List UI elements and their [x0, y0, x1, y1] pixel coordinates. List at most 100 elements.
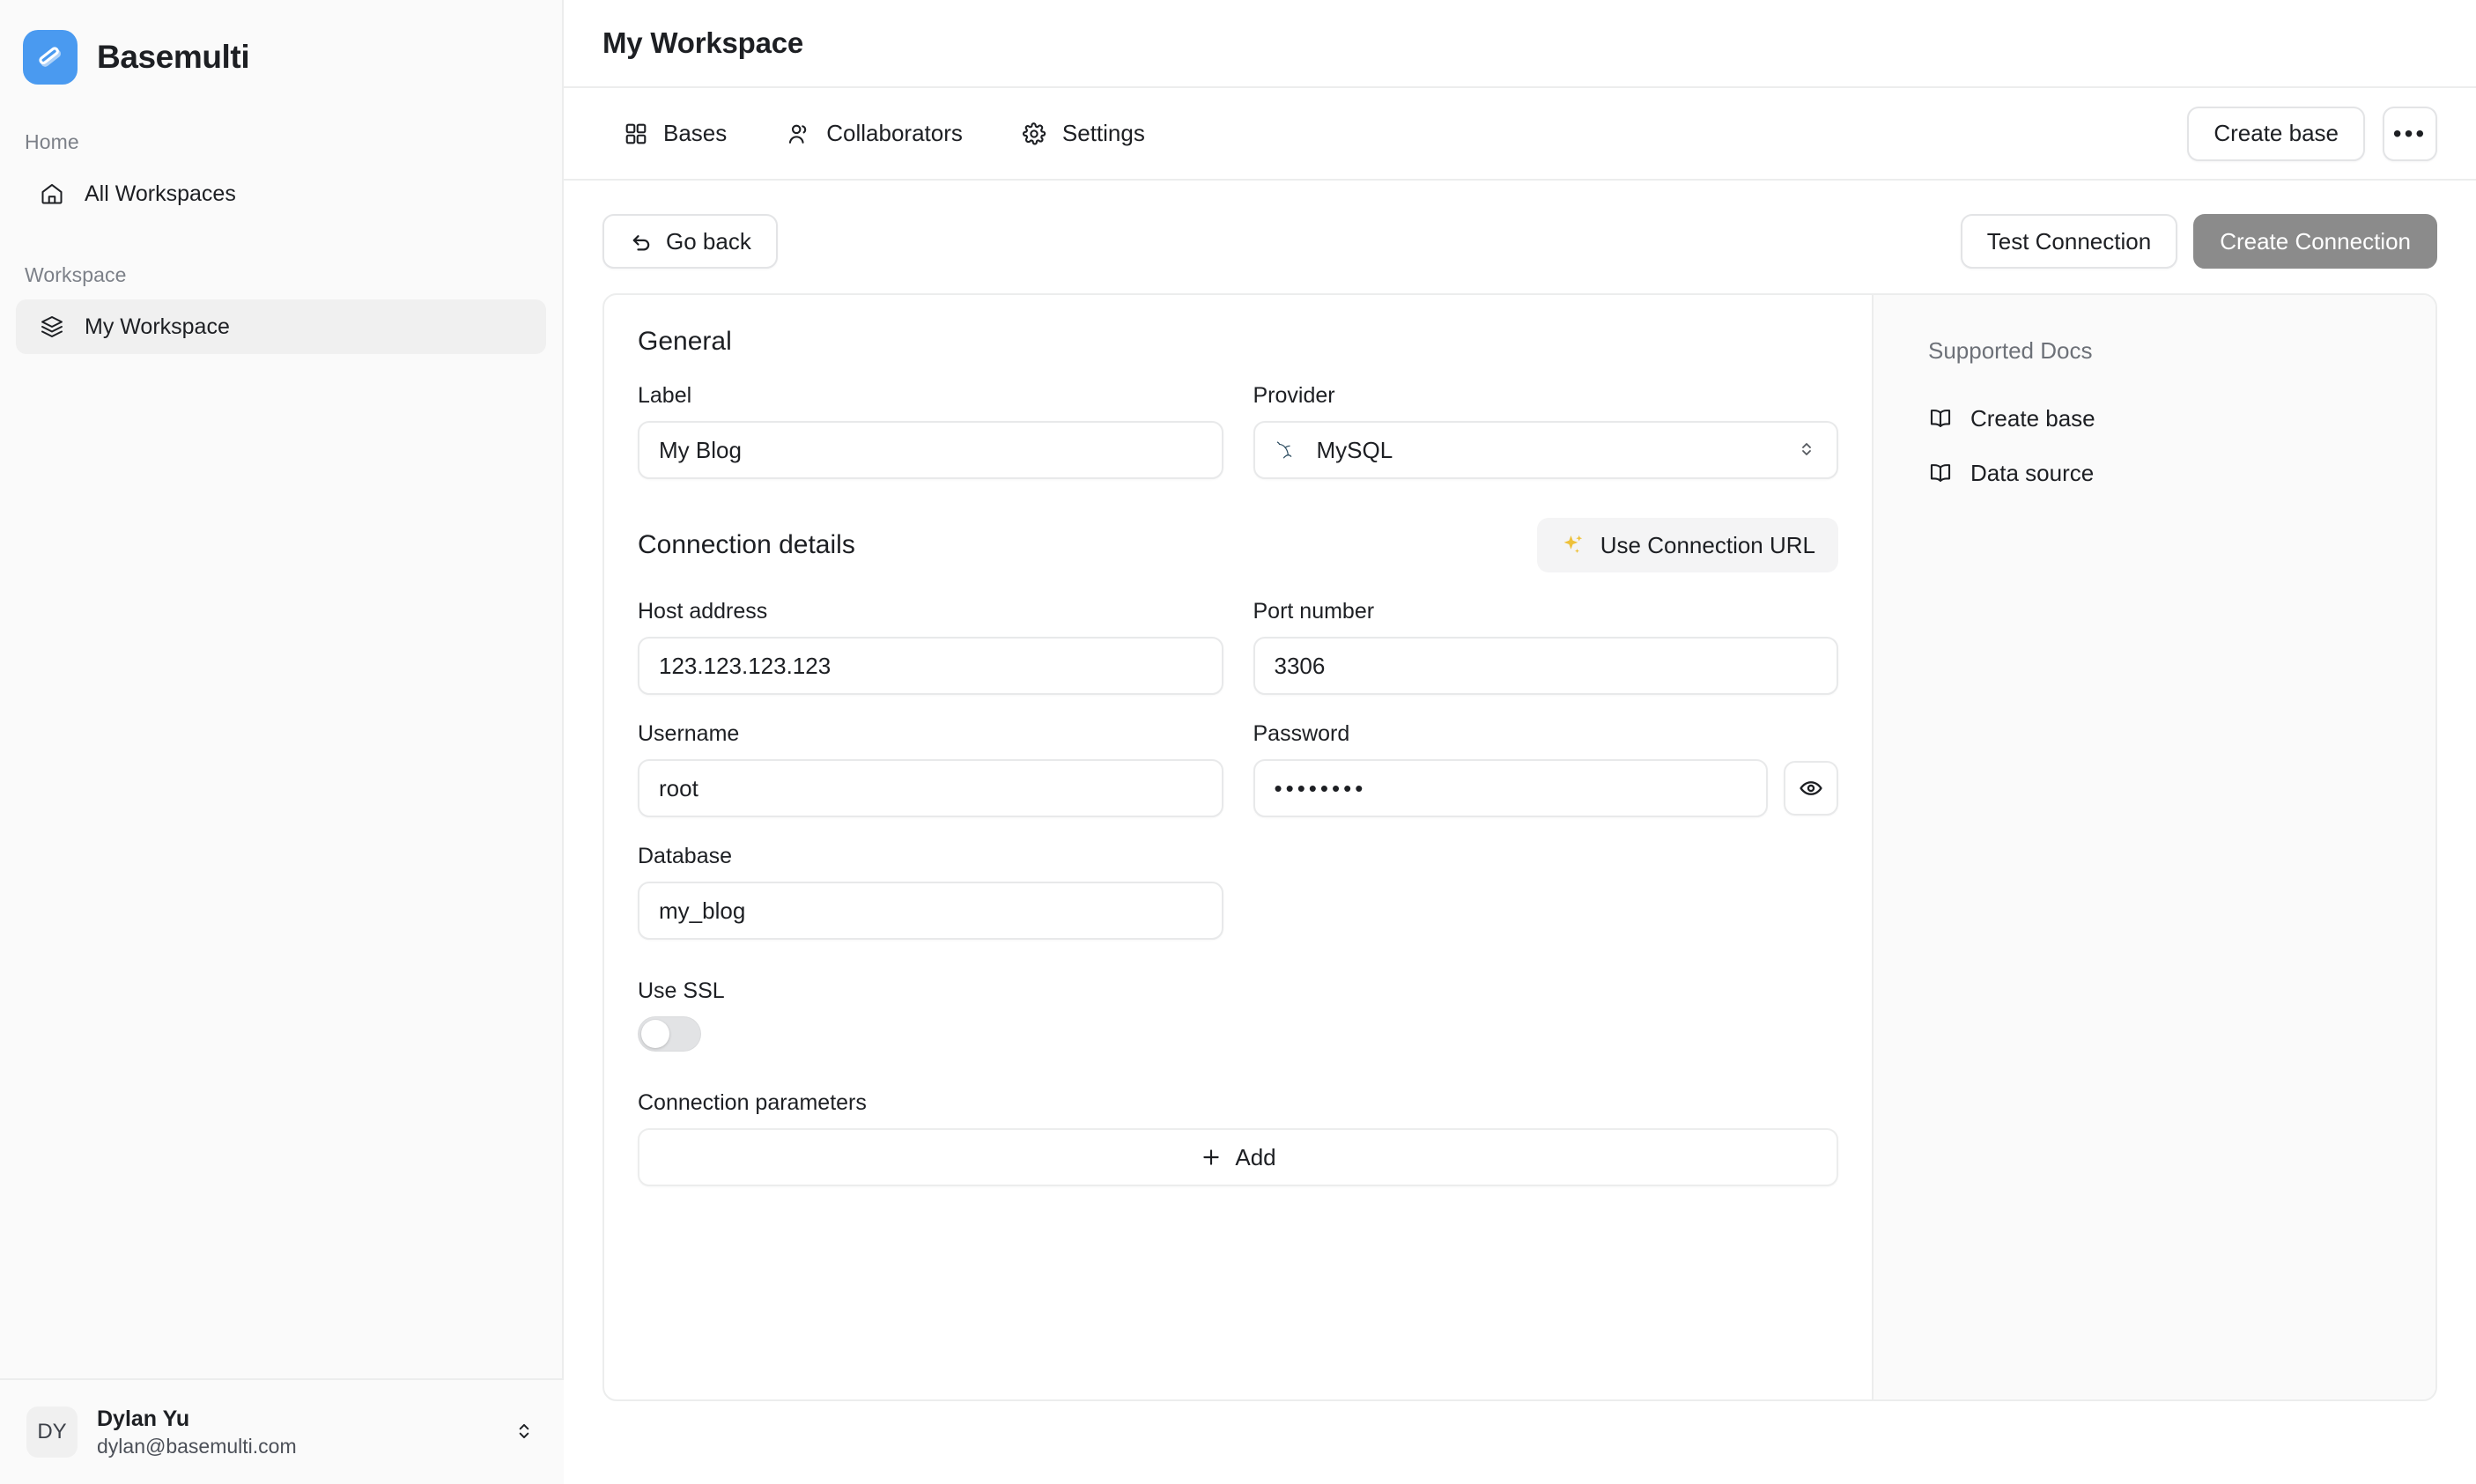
tab-settings[interactable]: Settings: [1001, 107, 1164, 160]
page-header: My Workspace: [564, 0, 2476, 88]
database-field-group: Database: [638, 844, 1223, 940]
database-fields: Database: [638, 844, 1838, 940]
brand[interactable]: Basemulti: [0, 0, 562, 88]
doc-link-label: Create base: [1970, 404, 2095, 432]
doc-link-label: Data source: [1970, 459, 2095, 486]
label-input[interactable]: [638, 421, 1223, 479]
provider-field-group: Provider MySQL: [1253, 383, 1838, 479]
arrow-undo-icon: [629, 229, 654, 254]
toggle-password-visibility-button[interactable]: [1784, 761, 1838, 816]
password-field-label: Password: [1253, 721, 1350, 746]
database-field-label: Database: [638, 844, 733, 868]
use-connection-url-label: Use Connection URL: [1600, 531, 1815, 558]
use-ssl-group: Use SSL: [638, 978, 1838, 1052]
supported-docs-panel: Supported Docs Create base Data source: [1872, 295, 2435, 1399]
password-input[interactable]: [1253, 759, 1768, 817]
connection-form-card: General Label Provider: [602, 293, 2437, 1401]
database-spacer: [1253, 844, 1839, 940]
chevron-up-down-icon[interactable]: [513, 1420, 537, 1444]
port-field-group: Port number: [1253, 599, 1838, 695]
label-field-label: Label: [638, 383, 692, 408]
header-actions: Create base •••: [2187, 106, 2437, 161]
app-root: Basemulti Home All Workspaces Workspace: [0, 0, 2476, 1484]
add-connection-parameter-button[interactable]: Add: [638, 1128, 1838, 1186]
sidebar-section-workspace-label: Workspace: [25, 263, 127, 286]
sidebar-item-my-workspace[interactable]: My Workspace: [16, 299, 546, 354]
credential-fields: Username Password: [638, 721, 1838, 817]
connection-parameters-group: Connection parameters Add: [638, 1090, 1838, 1186]
host-address-input[interactable]: [638, 637, 1223, 695]
create-connection-button[interactable]: Create Connection: [2193, 214, 2437, 269]
plus-icon: [1200, 1146, 1223, 1169]
provider-value: MySQL: [1316, 436, 1393, 463]
connection-actions: Test Connection Create Connection: [1960, 214, 2437, 269]
connection-details-title: Connection details: [638, 530, 855, 559]
provider-field-label: Provider: [1253, 383, 1335, 408]
add-label: Add: [1235, 1143, 1276, 1170]
connection-details-header: Connection details Use Connection URL: [638, 518, 1838, 572]
layers-icon: [39, 314, 65, 340]
host-port-fields: Host address Port number: [638, 599, 1838, 695]
go-back-button[interactable]: Go back: [602, 214, 778, 269]
username-input[interactable]: [638, 759, 1223, 817]
tab-bases[interactable]: Bases: [602, 107, 746, 160]
book-icon: [1928, 461, 1953, 485]
username-field-group: Username: [638, 721, 1223, 817]
supported-docs-title: Supported Docs: [1928, 337, 2093, 364]
chevron-up-down-icon: [1796, 439, 1819, 461]
doc-link-data-source[interactable]: Data source: [1928, 446, 2435, 500]
basemulti-logo-icon: [23, 30, 78, 85]
database-input[interactable]: [638, 882, 1223, 940]
grid-icon: [622, 120, 649, 147]
use-ssl-toggle[interactable]: [638, 1016, 701, 1052]
gear-icon: [1021, 120, 1048, 147]
connection-form: General Label Provider: [604, 295, 1872, 1399]
tab-label: Settings: [1061, 120, 1145, 146]
sidebar-section-home-label: Home: [25, 130, 79, 153]
eye-icon: [1799, 776, 1823, 801]
sidebar: Basemulti Home All Workspaces Workspace: [0, 0, 564, 1484]
port-field-label: Port number: [1253, 599, 1375, 624]
tab-collaborators[interactable]: Collaborators: [765, 107, 982, 160]
host-field-group: Host address: [638, 599, 1223, 695]
user-profile-card[interactable]: DY Dylan Yu dylan@basemulti.com: [0, 1378, 564, 1484]
book-icon: [1928, 406, 1953, 431]
sidebar-item-label: My Workspace: [85, 314, 230, 339]
create-base-button[interactable]: Create base: [2187, 106, 2365, 161]
users-icon: [785, 120, 812, 147]
password-row: [1253, 759, 1838, 817]
sidebar-item-all-workspaces[interactable]: All Workspaces: [16, 166, 546, 221]
use-connection-url-button[interactable]: Use Connection URL: [1536, 518, 1838, 572]
tab-label: Bases: [663, 120, 728, 146]
toggle-knob: [641, 1020, 669, 1048]
sidebar-group-workspace: My Workspace: [0, 299, 562, 354]
page-title: My Workspace: [602, 26, 804, 59]
test-connection-button[interactable]: Test Connection: [1960, 214, 2178, 269]
port-number-input[interactable]: [1253, 637, 1838, 695]
user-meta: Dylan Yu dylan@basemulti.com: [97, 1406, 493, 1458]
provider-select[interactable]: MySQL: [1253, 421, 1838, 479]
general-section-title: General: [638, 327, 732, 356]
sidebar-item-label: All Workspaces: [85, 181, 236, 206]
avatar: DY: [26, 1406, 78, 1458]
user-name: Dylan Yu: [97, 1406, 190, 1431]
sidebar-group-home: All Workspaces: [0, 166, 562, 221]
go-back-label: Go back: [666, 227, 751, 255]
mysql-dolphin-icon: [1275, 437, 1301, 463]
more-options-button[interactable]: •••: [2383, 106, 2437, 161]
label-field-group: Label: [638, 383, 1223, 479]
general-fields: Label Provider: [638, 383, 1838, 479]
workspace-tabbar: Bases Collaborators Settings Create base…: [564, 88, 2476, 181]
brand-name: Basemulti: [97, 39, 250, 75]
user-email: dylan@basemulti.com: [97, 1434, 297, 1458]
tab-label: Collaborators: [826, 120, 963, 146]
home-icon: [39, 181, 65, 207]
doc-link-create-base[interactable]: Create base: [1928, 391, 2435, 446]
use-ssl-label: Use SSL: [638, 978, 725, 1003]
host-field-label: Host address: [638, 599, 768, 624]
sparkle-icon: [1560, 532, 1586, 558]
ellipsis-icon: •••: [2392, 119, 2428, 147]
password-field-group: Password: [1253, 721, 1838, 817]
connection-parameters-label: Connection parameters: [638, 1090, 867, 1115]
form-action-row: Go back Test Connection Create Connectio…: [602, 214, 2437, 269]
